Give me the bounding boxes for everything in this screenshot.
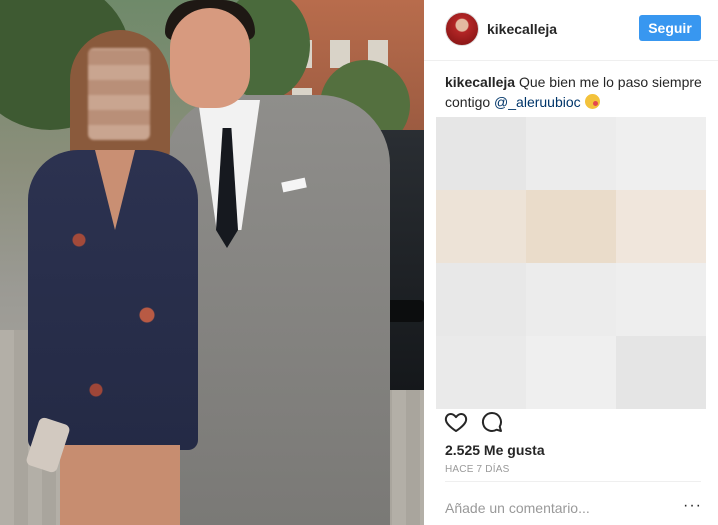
mosaic-tile: [526, 336, 616, 409]
likes-count[interactable]: 2.525 Me gusta: [445, 442, 545, 458]
caption: kikecalleja Que bien me lo paso siempre …: [445, 72, 707, 112]
divider: [445, 481, 701, 482]
pixelated-area: [436, 117, 706, 409]
mosaic-tile: [436, 117, 526, 190]
mosaic-tile: [526, 263, 616, 336]
avatar[interactable]: [445, 12, 479, 46]
mosaic-tile: [436, 263, 526, 336]
caption-username[interactable]: kikecalleja: [445, 74, 515, 90]
post-sidebar: kikecalleja Seguir kikecalleja Que bien …: [424, 0, 718, 525]
caption-mention[interactable]: @_aleruubioc: [494, 94, 581, 110]
mosaic-tile: [616, 190, 706, 263]
heart-icon[interactable]: [444, 410, 468, 434]
kiss-emoji-icon: [584, 94, 600, 109]
mosaic-tile: [526, 190, 616, 263]
post-header: kikecalleja Seguir: [424, 0, 718, 61]
mosaic-tile: [436, 190, 526, 263]
action-bar: [444, 410, 704, 434]
username-link[interactable]: kikecalleja: [487, 21, 557, 37]
man-suit: [165, 95, 390, 525]
mosaic-tile: [616, 117, 706, 190]
more-options-icon[interactable]: ···: [683, 497, 702, 515]
woman-legs: [60, 445, 180, 525]
mosaic-tile: [436, 336, 526, 409]
post-time[interactable]: HACE 7 DÍAS: [445, 464, 509, 475]
mosaic-tile: [616, 263, 706, 336]
mosaic-tile: [526, 117, 616, 190]
instagram-post: kikecalleja Seguir kikecalleja Que bien …: [0, 0, 718, 525]
blurred-face: [88, 48, 150, 140]
post-photo[interactable]: [0, 0, 424, 525]
man-face: [170, 8, 250, 108]
comment-input[interactable]: [445, 500, 675, 516]
follow-button[interactable]: Seguir: [639, 15, 701, 41]
comment-icon[interactable]: [480, 410, 504, 434]
mosaic-tile: [616, 336, 706, 409]
